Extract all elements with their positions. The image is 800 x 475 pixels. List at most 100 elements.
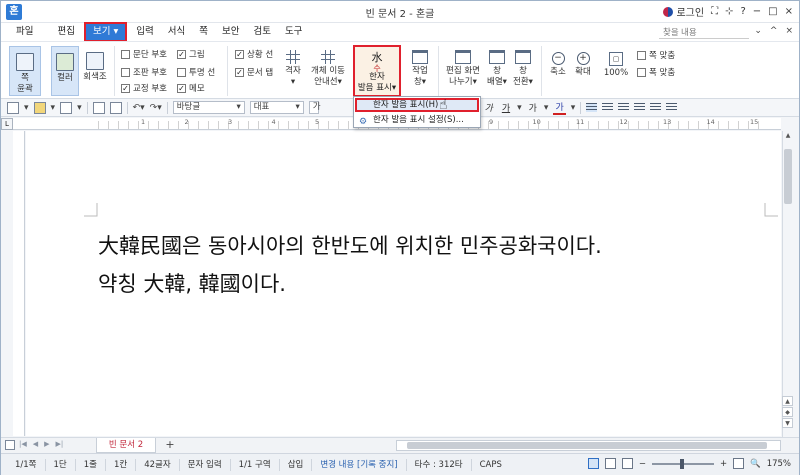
dropdown-arrow-icon[interactable]: ▾ xyxy=(24,103,29,113)
align-distribute-icon[interactable] xyxy=(650,103,662,112)
grid-button[interactable]: 격자 ▾ xyxy=(281,50,305,94)
document-body[interactable]: 大韓民國은 동아시아의 한반도에 위치한 민주공화국이다. 약칭 大韓, 韓國이… xyxy=(98,227,602,303)
undo-icon[interactable]: ↶▾ xyxy=(133,103,145,113)
ribbon-toggle-icon[interactable]: ⊹ xyxy=(725,6,733,17)
next-tab-icon[interactable]: ▶ xyxy=(44,440,49,448)
first-tab-icon[interactable]: |◀ xyxy=(19,440,27,448)
check-doc-tab[interactable]: ✓ 문서 탭 xyxy=(235,66,273,78)
check-picture[interactable]: ✓ 그림 xyxy=(177,48,205,60)
add-tab-button[interactable]: + xyxy=(161,438,179,453)
ruler-corner-button[interactable]: L xyxy=(1,118,13,130)
status-input-mode[interactable]: 문자 입력 xyxy=(180,458,231,471)
minimize-button[interactable]: − xyxy=(753,6,761,17)
document-line[interactable]: 大韓民國은 동아시아의 한반도에 위치한 민주공화국이다. xyxy=(98,227,602,265)
new-document-icon[interactable] xyxy=(7,101,19,114)
doc-close-icon[interactable]: × xyxy=(785,26,793,36)
menu-tools[interactable]: 도구 xyxy=(278,24,309,40)
split-screen-button[interactable]: 편집 화면 나누기▾ xyxy=(443,50,483,94)
check-status-line[interactable]: ✓ 상황 선 xyxy=(235,48,273,60)
check-layout-mark[interactable]: 조판 부호 xyxy=(121,66,167,78)
zoom-in-small-icon[interactable]: + xyxy=(720,459,727,469)
dropdown-arrow-icon[interactable]: ▾ xyxy=(571,103,576,113)
check-proof-mark[interactable]: ✓ 교정 부호 xyxy=(121,82,167,94)
close-button[interactable]: × xyxy=(785,6,793,17)
full-view-icon[interactable] xyxy=(621,458,633,469)
menu-review[interactable]: 검토 xyxy=(246,24,277,40)
status-insert-mode[interactable]: 삽입 xyxy=(280,458,313,471)
font-color-button[interactable]: 가 xyxy=(553,100,566,115)
fit-page-button[interactable]: 쪽 맞춤 xyxy=(637,49,675,61)
page-view-icon[interactable] xyxy=(587,458,599,469)
select-object-icon[interactable]: ◆ xyxy=(782,407,793,417)
zoom-in-button[interactable]: + 확대 xyxy=(572,52,594,92)
document-line[interactable]: 약칭 大韓, 韓國이다. xyxy=(98,265,602,303)
fit-width-button[interactable]: 폭 맞춤 xyxy=(637,66,675,78)
login-button[interactable]: 로그인 xyxy=(663,4,704,19)
prev-page-icon[interactable]: ▲ xyxy=(782,396,793,406)
zoom-percentage[interactable]: 175% xyxy=(767,459,791,469)
menu-view[interactable]: 보기 ▾ xyxy=(83,22,128,42)
status-track-changes[interactable]: 변경 내용 [기록 중지] xyxy=(312,458,407,471)
dropdown-arrow-icon[interactable]: ▾ xyxy=(544,103,549,113)
horizontal-scroll-thumb[interactable] xyxy=(407,442,767,449)
italic-button[interactable]: 가 xyxy=(483,101,495,114)
tab-list-icon[interactable] xyxy=(5,440,15,450)
style-select[interactable]: 바탕글 ▾ xyxy=(172,101,245,114)
menu-file[interactable]: 파일 xyxy=(9,24,40,40)
align-left-icon[interactable] xyxy=(602,103,614,112)
status-page[interactable]: 1/1쪽 xyxy=(7,458,46,471)
magnifier-icon[interactable]: 🔍 xyxy=(750,459,761,469)
hanja-pronunciation-button[interactable]: 水수 한자 발음 표시▾ xyxy=(353,45,401,97)
menu-security[interactable]: 보안 xyxy=(215,24,246,40)
check-paragraph-mark[interactable]: 문단 부호 xyxy=(121,48,167,60)
align-center-icon[interactable] xyxy=(618,103,630,112)
ribbon-collapse-icon[interactable]: ⌄ xyxy=(754,26,762,36)
font-language-select[interactable]: 대표 ▾ xyxy=(249,101,304,114)
scroll-up-icon[interactable]: ▲ xyxy=(783,131,793,141)
web-view-icon[interactable] xyxy=(604,458,616,469)
dropdown-arrow-icon[interactable]: ▾ xyxy=(77,103,82,113)
fit-view-icon[interactable] xyxy=(733,458,745,469)
preview-icon[interactable] xyxy=(109,101,122,114)
print-icon[interactable] xyxy=(92,101,105,114)
dropdown-arrow-icon[interactable]: ▾ xyxy=(51,103,56,113)
prev-tab-icon[interactable]: ◀ xyxy=(33,440,38,448)
help-button[interactable]: ? xyxy=(740,6,745,17)
dropdown-arrow-icon[interactable]: ▾ xyxy=(517,103,522,113)
zoom-out-small-icon[interactable]: − xyxy=(639,459,646,469)
ribbon-expand-icon[interactable]: ^ xyxy=(770,26,778,36)
save-icon[interactable] xyxy=(60,101,73,114)
search-input[interactable] xyxy=(659,26,749,39)
scroll-thumb[interactable] xyxy=(784,149,792,204)
page-outline-button[interactable]: 쪽 윤곽 xyxy=(9,46,41,96)
redo-icon[interactable]: ↷▾ xyxy=(150,103,162,113)
font-select[interactable]: 가 xyxy=(308,101,321,114)
menu-edit[interactable]: 편집 xyxy=(50,24,81,40)
vertical-scrollbar[interactable]: ▲ xyxy=(782,131,793,437)
menu-page[interactable]: 쪽 xyxy=(192,24,215,40)
menu-format[interactable]: 서식 xyxy=(161,24,192,40)
check-memo[interactable]: ✓ 메모 xyxy=(177,82,205,94)
next-page-icon[interactable]: ▼ xyxy=(782,418,793,428)
open-folder-icon[interactable] xyxy=(33,101,46,114)
last-tab-icon[interactable]: ▶| xyxy=(56,440,64,448)
align-divide-icon[interactable] xyxy=(666,103,678,112)
menu-item-hanja-pronunciation-settings[interactable]: ⚙ 한자 발음 표시 설정(S)... xyxy=(355,113,479,127)
zoom-100-button[interactable]: ▢ 100% xyxy=(601,52,631,92)
color-button[interactable]: 컬러 xyxy=(51,46,79,96)
grayscale-button[interactable]: 회색조 xyxy=(81,46,109,96)
tab-document[interactable]: 빈 문서 2 xyxy=(96,438,156,453)
arrange-window-button[interactable]: 창 배열▾ xyxy=(485,50,509,94)
maximize-button[interactable]: □ xyxy=(768,6,777,17)
switch-window-button[interactable]: 창 전환▾ xyxy=(511,50,535,94)
align-right-icon[interactable] xyxy=(634,103,646,112)
align-justify-icon[interactable] xyxy=(586,103,598,112)
zoom-slider-knob[interactable] xyxy=(680,458,685,469)
check-transparent-line[interactable]: 투명 선 xyxy=(177,66,215,78)
menu-item-show-hanja-pronunciation[interactable]: 한자 발음 표시(H) xyxy=(355,98,479,112)
menu-insert[interactable]: 입력 xyxy=(129,24,160,40)
strike-button[interactable]: 가 xyxy=(527,101,539,114)
document-page[interactable]: 大韓民國은 동아시아의 한반도에 위치한 민주공화국이다. 약칭 大韓, 韓國이… xyxy=(26,131,781,436)
zoom-slider[interactable] xyxy=(651,458,714,469)
vertical-ruler[interactable] xyxy=(13,131,25,436)
